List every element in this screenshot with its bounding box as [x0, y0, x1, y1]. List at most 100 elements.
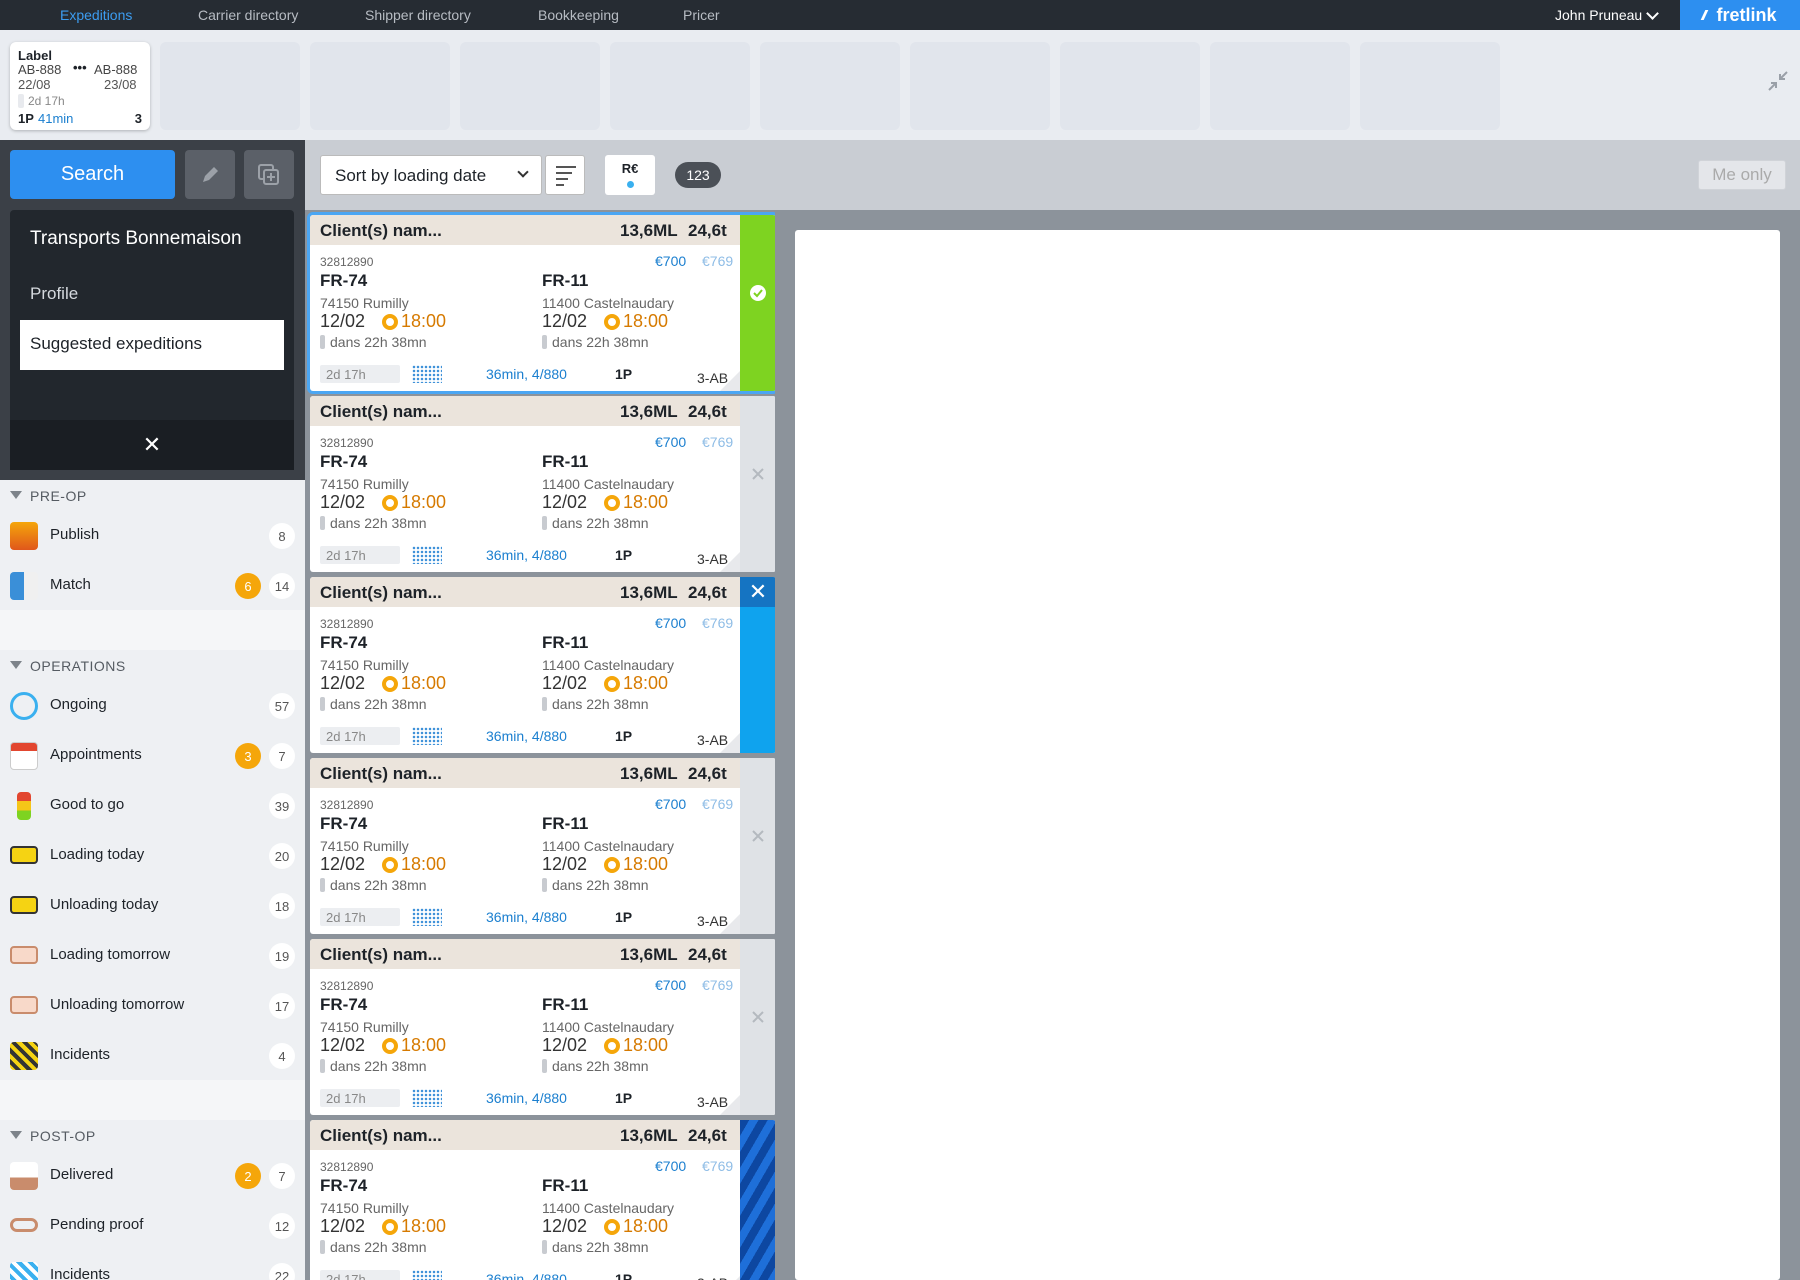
- unloading-relative: dans 22h 38mn: [552, 334, 649, 350]
- price-alt: €769: [702, 253, 734, 269]
- weight: 24,6t: [688, 402, 727, 421]
- clock-icon: [382, 1219, 398, 1235]
- linear-meters: 13,6ML: [620, 221, 678, 240]
- clock-icon: [382, 676, 398, 692]
- clock-icon: [382, 495, 398, 511]
- close-icon[interactable]: [749, 465, 767, 483]
- linear-meters: 13,6ML: [620, 583, 678, 602]
- clock-icon: [382, 1038, 398, 1054]
- expedition-card[interactable]: Client(s) nam... 13,6ML 24,6t 32812890 €…: [310, 577, 775, 753]
- destination-code: FR-11: [542, 633, 589, 652]
- sidebar-item-pending-proof[interactable]: Pending proof 12: [0, 1200, 305, 1250]
- carrier-panel: Transports Bonnemaison Profile Suggested…: [10, 210, 294, 470]
- price: €700: [655, 434, 687, 450]
- sidebar-item-match[interactable]: Match 6 14: [0, 560, 305, 610]
- search-button[interactable]: Search: [10, 150, 175, 199]
- sidebar-item-ongoing[interactable]: Ongoing 57: [0, 680, 305, 730]
- count-badge: 20: [269, 843, 295, 869]
- nav-expeditions[interactable]: Expeditions: [60, 7, 132, 23]
- sort-order-button[interactable]: [545, 155, 585, 195]
- refresh-icon: [10, 692, 38, 720]
- sidebar-item-loading-today[interactable]: Loading today 20: [0, 830, 305, 880]
- loading-time: 18:00: [401, 673, 447, 693]
- sidebar-item-delivered[interactable]: Delivered 2 7: [0, 1150, 305, 1200]
- sidebar-item-incidents[interactable]: Incidents 4: [0, 1030, 305, 1080]
- destination-code: FR-11: [542, 452, 589, 471]
- sidebar-item-appointments[interactable]: Appointments 3 7: [0, 730, 305, 780]
- unloading-date: 12/02: [542, 854, 588, 874]
- sort-select[interactable]: Sort by loading date: [320, 155, 542, 195]
- loading-time: 18:00: [401, 492, 447, 512]
- sort-lines-icon: [556, 166, 576, 168]
- close-panel-button[interactable]: ✕: [10, 420, 294, 470]
- origin-city: 74150 Rumilly: [320, 1200, 409, 1216]
- duplicate-button[interactable]: [244, 150, 294, 199]
- nav-pricer[interactable]: Pricer: [683, 7, 720, 23]
- linear-meters: 13,6ML: [620, 402, 678, 421]
- detail-panel: [795, 230, 1780, 1280]
- card-status-strip[interactable]: [740, 758, 775, 934]
- price: €700: [655, 1158, 687, 1174]
- calendar-icon: [10, 742, 38, 770]
- pallets: 1P: [615, 909, 633, 925]
- reference: 32812890: [320, 1160, 374, 1174]
- expedition-card[interactable]: Client(s) nam... 13,6ML 24,6t 32812890 €…: [310, 1120, 775, 1280]
- sidebar-item-publish[interactable]: Publish 8: [0, 510, 305, 560]
- destination-city: 11400 Castelnaudary: [542, 657, 675, 673]
- price: €700: [655, 977, 687, 993]
- count-badge: 4: [269, 1043, 295, 1069]
- unloading-tomorrow-icon: [10, 996, 38, 1014]
- loading-date: 12/02: [320, 1035, 366, 1055]
- close-icon[interactable]: ✕: [740, 577, 775, 607]
- edit-button[interactable]: [185, 150, 235, 199]
- count-badge: 19: [269, 943, 295, 969]
- nav-shipper-directory[interactable]: Shipper directory: [365, 7, 471, 23]
- close-icon[interactable]: [749, 1008, 767, 1026]
- duration: 2d 17h: [320, 1270, 400, 1280]
- section-operations[interactable]: OPERATIONS: [0, 650, 305, 680]
- clock-icon: [604, 495, 620, 511]
- loading-icon: [10, 846, 38, 864]
- destination-code: FR-11: [542, 1176, 589, 1195]
- linear-meters: 13,6ML: [620, 764, 678, 783]
- expedition-card[interactable]: Client(s) nam... 13,6ML 24,6t 32812890 €…: [310, 758, 775, 934]
- loading-date: 12/02: [320, 1216, 366, 1236]
- count-badge: 7: [269, 743, 295, 769]
- sidebar-item-good-to-go[interactable]: Good to go 39: [0, 780, 305, 830]
- origin-code: FR-74: [320, 814, 368, 833]
- unloading-date: 12/02: [542, 1216, 588, 1236]
- chevron-down-icon: [517, 166, 529, 178]
- card-status-strip[interactable]: [740, 939, 775, 1115]
- loading-relative: dans 22h 38mn: [330, 877, 427, 893]
- expedition-card[interactable]: Client(s) nam... 13,6ML 24,6t 32812890 €…: [310, 396, 775, 572]
- user-menu[interactable]: John Pruneau: [1555, 7, 1642, 23]
- expedition-card[interactable]: Client(s) nam... 13,6ML 24,6t 32812890 €…: [310, 215, 775, 391]
- sidebar-item-unloading-today[interactable]: Unloading today 18: [0, 880, 305, 930]
- me-only-toggle[interactable]: Me only: [1698, 160, 1786, 190]
- card-status-strip[interactable]: [740, 215, 775, 391]
- relative-bar: [320, 1059, 325, 1073]
- card-status-strip[interactable]: [740, 1120, 775, 1280]
- collapse-icon[interactable]: [1767, 70, 1789, 92]
- sidebar-item-unloading-tomorrow[interactable]: Unloading tomorrow 17: [0, 980, 305, 1030]
- section-post-op[interactable]: POST-OP: [0, 1120, 305, 1150]
- expedition-tab[interactable]: Label AB-888 ••• AB-888 22/08 23/08 2d 1…: [10, 42, 150, 130]
- expedition-card[interactable]: Client(s) nam... 13,6ML 24,6t 32812890 €…: [310, 939, 775, 1115]
- close-icon[interactable]: [749, 827, 767, 845]
- card-status-strip[interactable]: ✕: [740, 577, 775, 753]
- rc-filter-button[interactable]: R€: [605, 155, 655, 195]
- section-pre-op[interactable]: PRE-OP: [0, 480, 305, 510]
- pallet-grid-icon: [412, 546, 442, 564]
- chevron-down-icon[interactable]: [1646, 7, 1659, 20]
- delivered-icon: [10, 1162, 38, 1190]
- suggested-expeditions-link[interactable]: Suggested expeditions: [20, 320, 284, 370]
- nav-carrier-directory[interactable]: Carrier directory: [198, 7, 298, 23]
- pencil-icon: [203, 166, 218, 182]
- nav-bookkeeping[interactable]: Bookkeeping: [538, 7, 619, 23]
- sidebar-item-post-incidents[interactable]: Incidents 22: [0, 1250, 305, 1280]
- profile-link[interactable]: Profile: [30, 284, 78, 304]
- clock-icon: [604, 1219, 620, 1235]
- sidebar-item-label: Publish: [50, 526, 100, 543]
- sidebar-item-loading-tomorrow[interactable]: Loading tomorrow 19: [0, 930, 305, 980]
- card-status-strip[interactable]: [740, 396, 775, 572]
